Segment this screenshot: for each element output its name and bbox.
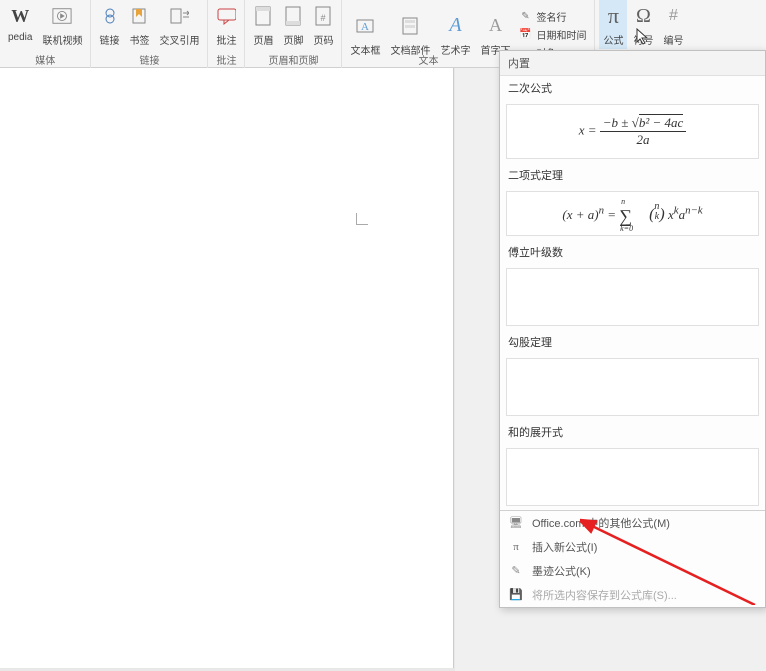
dropdown-header: 内置	[500, 51, 765, 76]
menu-label: 将所选内容保存到公式库(S)...	[532, 587, 677, 603]
ribbon-label: 编号	[663, 32, 683, 47]
dropcap-icon: A	[485, 12, 505, 40]
video-icon	[52, 2, 72, 30]
link-icon	[99, 2, 119, 30]
wordart-icon: A	[445, 12, 465, 40]
group-label: 批注	[208, 52, 244, 67]
signature-icon: ✎	[518, 9, 532, 23]
pi-icon: π	[603, 2, 623, 30]
save-to-gallery: 💾 将所选内容保存到公式库(S)...	[500, 583, 765, 607]
group-label: 媒体	[0, 52, 90, 67]
gallery-title: 傅立叶级数	[500, 240, 765, 264]
ribbon-label: 交叉引用	[159, 32, 199, 47]
gallery-fourier: 傅立叶级数	[500, 240, 765, 326]
online-video-button[interactable]: 联机视频	[38, 0, 86, 49]
footer-button[interactable]: 页脚	[279, 0, 307, 49]
textbox-icon: A	[355, 12, 375, 40]
link-button[interactable]: 链接	[95, 0, 123, 49]
pythagoras-formula-item[interactable]	[506, 358, 759, 416]
ribbon-label: 页码	[313, 32, 333, 47]
wikipedia-button[interactable]: W pedia	[4, 0, 36, 49]
number-button[interactable]: # 编号	[659, 0, 687, 49]
ribbon-label: 书签	[129, 32, 149, 47]
wikipedia-icon: W	[10, 2, 30, 30]
doc-parts-icon	[400, 12, 420, 40]
menu-label: 墨迹公式(K)	[532, 563, 591, 579]
footer-icon	[283, 2, 303, 30]
fourier-formula-item[interactable]	[506, 268, 759, 326]
signature-line-button[interactable]: ✎ 签名行	[516, 8, 588, 25]
symbol-button[interactable]: Ω 符号	[629, 0, 657, 49]
insert-new-equation[interactable]: π 插入新公式(I)	[500, 535, 765, 559]
header-button[interactable]: 页眉	[249, 0, 277, 49]
ribbon-label: 页脚	[283, 32, 303, 47]
cross-reference-button[interactable]: 交叉引用	[155, 0, 203, 49]
ribbon-label: 页眉	[253, 32, 273, 47]
gallery-quadratic: 二次公式 x = −b ± √b² − 4ac2a	[500, 76, 765, 159]
calendar-icon: 📅	[518, 27, 532, 41]
comment-button[interactable]: 批注	[212, 0, 240, 49]
ribbon-label: 联机视频	[42, 32, 82, 47]
ribbon-label: 符号	[633, 32, 653, 47]
date-time-button[interactable]: 📅 日期和时间	[516, 26, 588, 43]
equation-dropdown: 内置 二次公式 x = −b ± √b² − 4ac2a 二项式定理 (x + …	[499, 50, 766, 608]
ribbon-label: 公式	[603, 32, 623, 47]
page-number-icon: #	[313, 2, 333, 30]
number-icon: #	[663, 2, 683, 30]
quadratic-formula: x = −b ± √b² − 4ac2a	[579, 115, 687, 148]
svg-text:#: #	[321, 13, 326, 23]
quadratic-formula-item[interactable]: x = −b ± √b² − 4ac2a	[506, 104, 759, 159]
bookmark-button[interactable]: 书签	[125, 0, 153, 49]
sum-expansion-item[interactable]	[506, 448, 759, 506]
ribbon-label: 批注	[216, 32, 236, 47]
ribbon-group-comments: 批注 批注	[208, 0, 245, 68]
ink-equation[interactable]: ✎ 墨迹公式(K)	[500, 559, 765, 583]
ribbon-group-media: W pedia 联机视频 媒体	[0, 0, 91, 68]
comment-icon	[216, 2, 236, 30]
gallery-title: 勾股定理	[500, 330, 765, 354]
office-icon: 🖥	[508, 515, 524, 531]
save-icon: 💾	[508, 587, 524, 603]
menu-label: 插入新公式(I)	[532, 539, 597, 555]
gallery-title: 二次公式	[500, 76, 765, 100]
bookmark-icon	[129, 2, 149, 30]
omega-icon: Ω	[633, 2, 653, 30]
gallery-title: 二项式定理	[500, 163, 765, 187]
pi-icon: π	[508, 539, 524, 555]
page-number-button[interactable]: # 页码	[309, 0, 337, 49]
document-area	[0, 68, 455, 671]
svg-text:A: A	[361, 21, 369, 33]
office-more-equations[interactable]: 🖥 Office.com 中的其他公式(M)	[500, 511, 765, 535]
gallery-pythagoras: 勾股定理	[500, 330, 765, 416]
gallery-binomial: 二项式定理 (x + a)n = ∑k=0n(nk) xkan−k	[500, 163, 765, 236]
group-label: 链接	[91, 52, 207, 67]
cross-ref-icon	[169, 2, 189, 30]
text-cursor	[356, 213, 368, 225]
ribbon-label: 日期和时间	[536, 27, 586, 42]
gallery-title: 和的展开式	[500, 420, 765, 444]
header-icon	[253, 2, 273, 30]
ribbon-label: 链接	[99, 32, 119, 47]
ribbon-label: pedia	[8, 32, 32, 43]
ribbon-label: 签名行	[536, 9, 566, 24]
ribbon-group-links: 链接 书签 交叉引用 链接	[91, 0, 208, 68]
ink-icon: ✎	[508, 563, 524, 579]
menu-label: Office.com 中的其他公式(M)	[532, 515, 670, 531]
document-page[interactable]	[0, 68, 454, 668]
binomial-formula: (x + a)n = ∑k=0n(nk) xkan−k	[562, 202, 702, 225]
gallery-sum-expansion: 和的展开式	[500, 420, 765, 506]
equation-button[interactable]: π 公式	[599, 0, 627, 49]
binomial-formula-item[interactable]: (x + a)n = ∑k=0n(nk) xkan−k	[506, 191, 759, 236]
